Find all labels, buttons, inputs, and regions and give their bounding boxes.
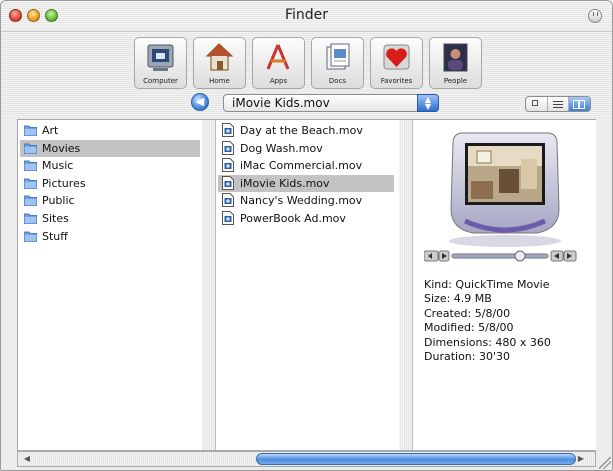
finder-window: Finder Computer Home Apps Docs Favorites… [0,0,613,471]
folder-item-label: Pictures [42,176,86,190]
file-item-label: Dog Wash.mov [240,141,323,155]
movie-file-icon [222,175,234,190]
docs-icon [326,43,350,70]
movie-controller[interactable] [424,250,577,262]
movie-file-icon [222,211,234,225]
folder-column: Art Movies Music Pictures Public Sites Stuff [18,120,203,450]
back-button[interactable]: ◀ [191,93,209,111]
folder-column-scrollbar[interactable] [202,120,216,450]
toolbar-button-people[interactable]: People [429,37,482,89]
scrollbar-thumb[interactable] [256,453,576,465]
folder-item-label: Public [42,194,75,208]
movie-file-icon [222,158,234,173]
toolbar-buttons: Computer Home Apps Docs Favorites People [134,37,482,89]
file-item-label: Day at the Beach.mov [240,124,363,137]
folder-icon [24,231,37,242]
file-item-label: iMac Commercial.mov [240,159,363,173]
folder-icon [24,143,37,154]
home-icon [205,43,234,71]
scroll-left-icon[interactable]: ◀ [21,453,33,465]
folder-item-music[interactable]: Music [20,157,200,174]
icon-view-button[interactable] [526,97,548,111]
file-item[interactable]: PowerBook Ad.mov [218,210,394,227]
toolbar-button-label: People [443,77,468,85]
file-item[interactable]: iMac Commercial.mov [218,157,394,174]
window-title: Finder [284,7,329,23]
arrow-left-icon: ◀ [195,95,205,108]
folder-item-label: Movies [42,141,81,155]
file-info-line: Duration: 30'30 [424,350,510,364]
people-icon [443,43,468,72]
toolbar-button-label: Home [209,77,230,85]
resize-grip-icon[interactable] [599,457,611,469]
list-view-button[interactable] [548,97,570,111]
folder-item-label: Art [42,124,59,137]
file-item[interactable]: Dog Wash.mov [218,140,394,157]
folder-item-pictures[interactable]: Pictures [20,175,200,192]
toolbar-button-label: Docs [328,77,347,85]
folder-item-label: Stuff [42,229,68,243]
path-popup[interactable]: iMovie Kids.mov ▲ ▼ [223,94,439,112]
title-bar[interactable]: Finder [1,1,612,32]
file-info-line: Size: 4.9 MB [424,292,492,306]
file-item-label: PowerBook Ad.mov [240,212,346,225]
horizontal-scrollbar[interactable]: ◀ ▶ [17,451,596,467]
folder-item-sites[interactable]: Sites [20,210,200,227]
folder-item-public[interactable]: Public [20,192,200,209]
movie-preview-image [449,132,561,247]
folder-icon [24,195,37,207]
folder-item-movies[interactable]: Movies [20,139,200,157]
path-popup-value: iMovie Kids.mov [232,96,330,110]
computer-icon [147,44,174,71]
toolbar-toggle-button[interactable] [588,9,602,23]
movie-file-icon [222,193,234,208]
toolbar-button-favorites[interactable]: Favorites [370,37,423,89]
column-view-button[interactable] [569,97,590,111]
toolbar-button-computer[interactable]: Computer [134,37,187,89]
column-browser: Art Movies Music Pictures Public Sites Stuff D… [17,119,596,451]
view-mode-selector [525,96,591,112]
folder-item-art[interactable]: Art [20,122,200,139]
folder-item-label: Sites [42,212,69,225]
file-item[interactable]: Nancy's Wedding.mov [218,192,394,209]
file-item[interactable]: Day at the Beach.mov [218,122,394,139]
file-item-label: iMovie Kids.mov [240,176,330,190]
toolbar-button-apps[interactable]: Apps [252,37,305,89]
folder-icon [24,213,37,224]
folder-item-stuff[interactable]: Stuff [20,228,200,245]
scroll-right-icon[interactable]: ▶ [575,453,587,465]
toolbar-button-docs[interactable]: Docs [311,37,364,89]
file-info-line: Kind: QuickTime Movie [424,278,550,291]
toolbar-button-home[interactable]: Home [193,37,246,89]
movie-file-icon [222,140,234,155]
file-info: Kind: QuickTime Movie Size: 4.9 MB Created… [424,278,551,364]
favorites-icon [383,44,410,70]
toolbar-button-label: Favorites [380,77,413,85]
folder-icon [24,125,37,136]
file-info-line: Dimensions: 480 x 360 [424,335,551,349]
file-column-scrollbar[interactable] [399,120,413,450]
file-item[interactable]: iMovie Kids.mov [218,174,394,192]
preview-column: Kind: QuickTime Movie Size: 4.9 MB Created… [413,120,596,450]
file-column: Day at the Beach.mov Dog Wash.mov iMac Com… [216,120,400,450]
popup-arrows-icon: ▲ ▼ [417,94,439,112]
toolbar-button-label: Apps [269,77,288,85]
folder-icon [24,178,37,189]
folder-icon [24,160,37,172]
file-info-line: Modified: 5/8/00 [424,321,514,335]
toolbar-button-label: Computer [143,77,178,85]
movie-file-icon [222,123,234,137]
file-info-line: Created: 5/8/00 [424,306,511,320]
file-item-label: Nancy's Wedding.mov [240,194,363,208]
apps-icon [266,44,290,70]
folder-item-label: Music [42,159,74,173]
